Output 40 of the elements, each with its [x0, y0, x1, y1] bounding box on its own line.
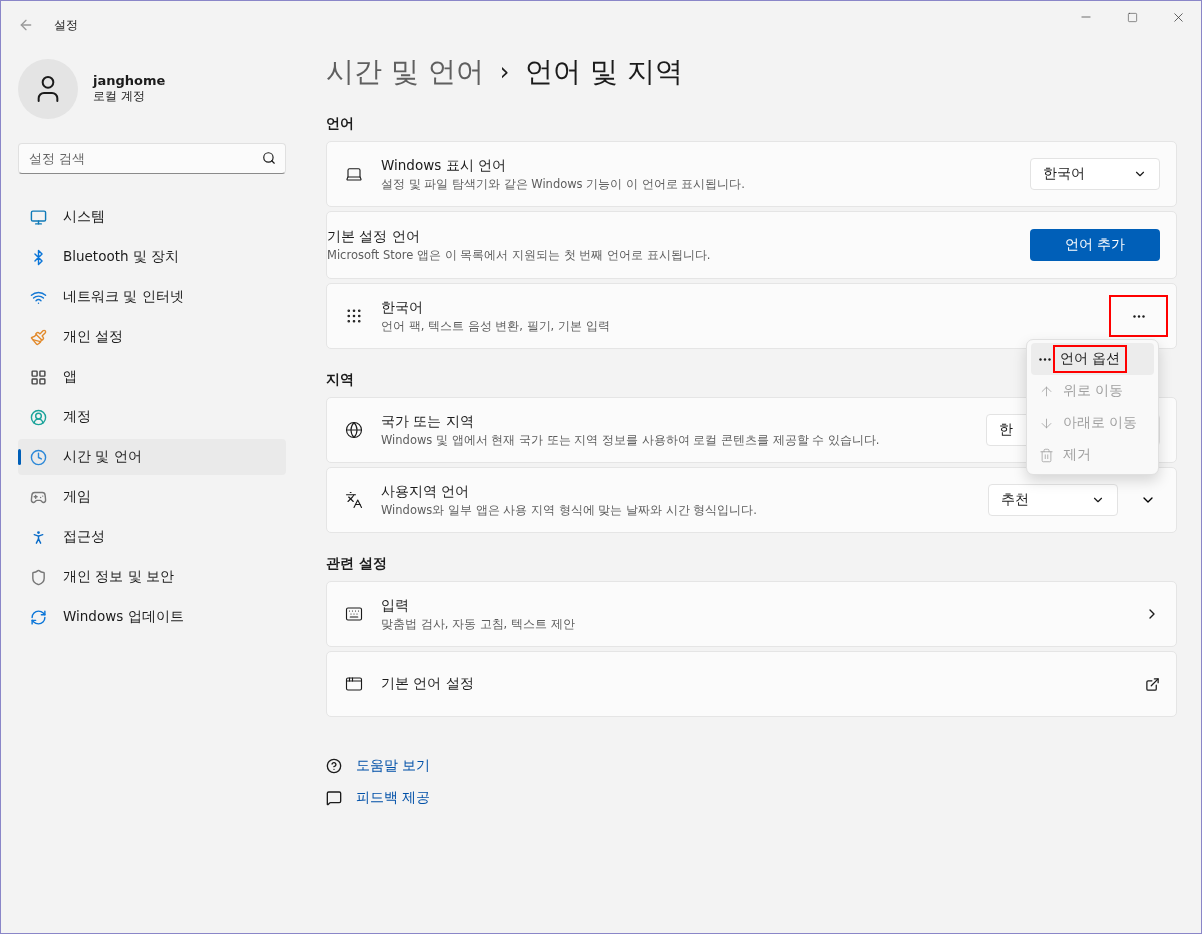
section-heading: 언어: [326, 115, 355, 133]
section-heading: 관련 설정: [326, 555, 388, 573]
window-title: 설정: [54, 16, 78, 34]
setting-description: 맞춤법 검사, 자동 고침, 텍스트 제안: [381, 616, 576, 632]
sidebar-item[interactable]: 시스템: [18, 199, 286, 235]
search-field[interactable]: 설정 검색: [18, 143, 286, 174]
sidebar-item[interactable]: Windows 업데이트: [18, 599, 286, 635]
setting-description: 설정 및 파일 탐색기와 같은 Windows 기능이 이 언어로 표시됩니다.: [381, 176, 746, 192]
sidebar-item[interactable]: Bluetooth 및 장치: [18, 239, 286, 275]
setting-title: 기본 언어 설정: [381, 675, 475, 693]
add-language-button[interactable]: 언어 추가: [1030, 229, 1160, 261]
menu-item[interactable]: 언어 옵션: [1031, 343, 1154, 375]
breadcrumb-separator: ›: [499, 58, 510, 86]
dropdown[interactable]: 한국어: [1030, 158, 1160, 190]
sidebar-item[interactable]: 접근성: [18, 519, 286, 555]
sidebar-item[interactable]: 게임: [18, 479, 286, 515]
setting-title: 입력: [381, 596, 410, 615]
breadcrumb-parent[interactable]: 시간 및 언어: [326, 53, 484, 91]
setting-title: 사용지역 언어: [381, 482, 471, 501]
account-type: 로컬 계정: [93, 88, 146, 105]
link[interactable]: 피드백 제공: [356, 789, 431, 807]
setting-description: Windows 및 앱에서 현재 국가 또는 지역 정보를 사용하여 로컬 콘텐츠를 제공할 수 있습니다.: [381, 432, 881, 448]
page-title: 언어 및 지역: [525, 54, 684, 90]
sidebar-item[interactable]: 개인 설정: [18, 319, 286, 355]
link[interactable]: 도움말 보기: [356, 757, 431, 775]
sidebar-item[interactable]: 계정: [18, 399, 286, 435]
account-name: janghome: [93, 73, 166, 88]
setting-title: 기본 설정 언어: [327, 227, 421, 246]
setting-title: 국가 또는 지역: [381, 412, 475, 431]
dropdown[interactable]: 추천: [988, 484, 1118, 516]
setting-description: Windows와 일부 앱은 사용 지역 형식에 맞는 날짜와 시간 형식입니다.: [381, 502, 758, 518]
sidebar-item[interactable]: 앱: [18, 359, 286, 395]
setting-title: Windows 표시 언어: [381, 156, 507, 175]
sidebar-item[interactable]: 개인 정보 및 보안: [18, 559, 286, 595]
setting-description: 언어 팩, 텍스트 음성 변환, 필기, 기본 입력: [381, 318, 611, 334]
section-heading: 지역: [326, 371, 355, 389]
setting-description: Microsoft Store 앱은 이 목록에서 지원되는 첫 번째 언어로 표시됩니다.: [327, 247, 712, 263]
setting-title: 한국어: [381, 298, 424, 317]
sidebar-item[interactable]: 시간 및 언어: [18, 439, 286, 475]
sidebar-item[interactable]: 네트워크 및 인터넷: [18, 279, 286, 315]
